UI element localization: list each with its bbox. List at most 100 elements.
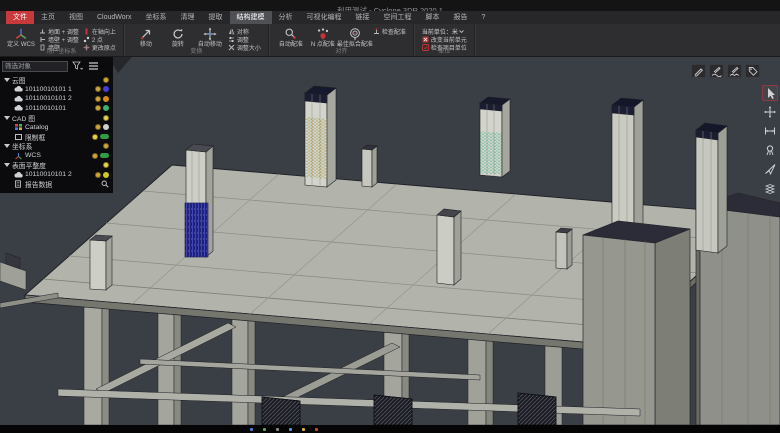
- measure-distance-button[interactable]: [762, 123, 778, 139]
- tree-item-catalog[interactable]: Catalog: [2, 123, 111, 133]
- pan-tool-button[interactable]: [762, 104, 778, 120]
- tab-file[interactable]: 文件: [6, 11, 34, 24]
- auto-registration-icon: [284, 27, 298, 41]
- point-cloud-icon: [14, 171, 23, 179]
- medal-badge[interactable]: [92, 153, 98, 159]
- tab-home[interactable]: 主页: [34, 11, 62, 24]
- color-dot-white[interactable]: [103, 124, 109, 130]
- medal-badge[interactable]: [95, 124, 101, 130]
- caret-down-icon[interactable]: [4, 116, 10, 120]
- fly-tool-button[interactable]: [762, 161, 778, 177]
- visibility-toggle[interactable]: [100, 134, 109, 139]
- tree-item-flatness-cloud[interactable]: 10110010101 2: [2, 170, 111, 180]
- check-registration-item[interactable]: 检查配准: [373, 27, 406, 35]
- tree-item-cloud-1[interactable]: 10110010101 1: [2, 85, 111, 95]
- caret-down-icon[interactable]: [4, 144, 10, 148]
- layers-tool-button[interactable]: [762, 180, 778, 196]
- tab-view[interactable]: 视图: [62, 11, 90, 24]
- wcs-options-column-b: 在轴向上 2 点 更改原点: [83, 27, 116, 51]
- caret-down-icon[interactable]: [4, 163, 10, 167]
- tree-item-cloud-2[interactable]: 10110010101 2: [2, 94, 111, 104]
- auto-move-button[interactable]: 自动移动: [194, 26, 226, 49]
- magnifier-icon[interactable]: [101, 180, 109, 188]
- tree-item-report-data[interactable]: 报告数据: [2, 180, 111, 190]
- change-unit-icon: [422, 36, 429, 43]
- best-fit-registration-button[interactable]: 最佳拟合配准: [339, 26, 371, 49]
- inspection-column-green[interactable]: [480, 97, 510, 177]
- bulb-badge[interactable]: [103, 115, 109, 121]
- item-label: 自动配准: [279, 42, 303, 49]
- item-label: 移动: [140, 42, 152, 49]
- medal-badge[interactable]: [95, 172, 101, 178]
- rotate-button[interactable]: 旋转: [162, 26, 194, 49]
- align-small-column: 检查配准: [373, 27, 406, 35]
- caret-down-icon[interactable]: [4, 78, 10, 82]
- tab-surveying[interactable]: 空间工程: [377, 11, 419, 24]
- tree-item-cloud-3[interactable]: 10110010101: [2, 104, 111, 114]
- tab-visual-programming[interactable]: 可视化编程: [300, 11, 349, 24]
- color-dot-green[interactable]: [103, 105, 109, 111]
- color-dot-blue[interactable]: [103, 86, 109, 92]
- tree-item-limit-box[interactable]: 限制框: [2, 132, 111, 142]
- point-cloud-icon: [14, 85, 23, 93]
- group-title: 变换: [125, 49, 268, 56]
- tab-clean[interactable]: 清理: [174, 11, 202, 24]
- medal-badge[interactable]: [95, 96, 101, 102]
- medal-badge[interactable]: [103, 77, 109, 83]
- define-wcs-button[interactable]: 定义 WCS: [5, 26, 37, 49]
- tab-script[interactable]: 脚本: [419, 11, 447, 24]
- tab-help[interactable]: ?: [475, 11, 493, 24]
- navigation-toolbar: [762, 85, 778, 196]
- title-bar: 利用测试 - Cyclone 3DR 2020.1: [0, 0, 780, 11]
- viewport-3d-scene[interactable]: [0, 57, 780, 425]
- tab-cloudworx[interactable]: CloudWorx: [90, 11, 139, 24]
- filter-funnel-icon[interactable]: [71, 60, 84, 72]
- tree-label: WCS: [25, 152, 41, 159]
- tab-structure-modeling[interactable]: 结构建模: [230, 11, 272, 24]
- bulb-badge[interactable]: [103, 162, 109, 168]
- spline-tool-button[interactable]: [709, 64, 724, 78]
- tree-menu-icon[interactable]: [87, 60, 100, 72]
- n-point-registration-button[interactable]: N 点配准: [307, 26, 339, 49]
- tree-label: 10110010101: [25, 105, 66, 112]
- badges: [103, 143, 111, 149]
- tab-report[interactable]: 报告: [447, 11, 475, 24]
- freehand-tool-button[interactable]: [727, 64, 742, 78]
- viewport-3d[interactable]: [0, 57, 780, 425]
- tree-item-wcs[interactable]: WCS: [2, 151, 111, 161]
- item-label: 旋转: [172, 42, 184, 49]
- spline-pen-icon: [711, 66, 722, 77]
- paper-plane-icon: [764, 163, 776, 175]
- bulb-badge[interactable]: [92, 134, 98, 140]
- visibility-toggle[interactable]: [100, 153, 109, 158]
- tree-group-pointclouds[interactable]: 云图: [2, 75, 111, 85]
- color-dot-orange[interactable]: [103, 96, 109, 102]
- tree-group-coordsys[interactable]: 坐标系: [2, 142, 111, 152]
- badges: [92, 134, 111, 140]
- inspection-column-yellow[interactable]: [305, 86, 336, 187]
- select-tool-button[interactable]: [762, 85, 778, 101]
- orbit-station-button[interactable]: [762, 142, 778, 158]
- group-units: 当前单位：米 改变当前单元 检查项目单位 单位: [415, 24, 474, 56]
- move-button[interactable]: 移动: [130, 26, 162, 49]
- tab-coordsys[interactable]: 坐标系: [139, 11, 174, 24]
- mirror-icon: [228, 28, 235, 35]
- auto-registration-button[interactable]: 自动配准: [275, 26, 307, 49]
- units-column: 当前单位：米 改变当前单元 检查项目单位: [422, 27, 467, 51]
- group-transform: 移动 旋转 自动移动 对称: [125, 24, 268, 56]
- tree-filter-input[interactable]: [2, 61, 68, 72]
- tab-link[interactable]: 链接: [349, 11, 377, 24]
- point-cloud-column-blue[interactable]: [185, 144, 213, 257]
- medal-badge[interactable]: [95, 105, 101, 111]
- tree-group-cad[interactable]: CAD 图: [2, 113, 111, 123]
- tab-extract[interactable]: 提取: [202, 11, 230, 24]
- tree-group-surface-flatness[interactable]: 表面平整度: [2, 161, 111, 171]
- badges: [95, 172, 111, 178]
- catalog-grid-icon: [14, 123, 23, 131]
- sketch-tool-button[interactable]: [691, 64, 706, 78]
- tag-tool-button[interactable]: [745, 64, 760, 78]
- medal-badge[interactable]: [103, 143, 109, 149]
- color-dot-yellow[interactable]: [103, 172, 109, 178]
- medal-badge[interactable]: [95, 86, 101, 92]
- tab-analysis[interactable]: 分析: [272, 11, 300, 24]
